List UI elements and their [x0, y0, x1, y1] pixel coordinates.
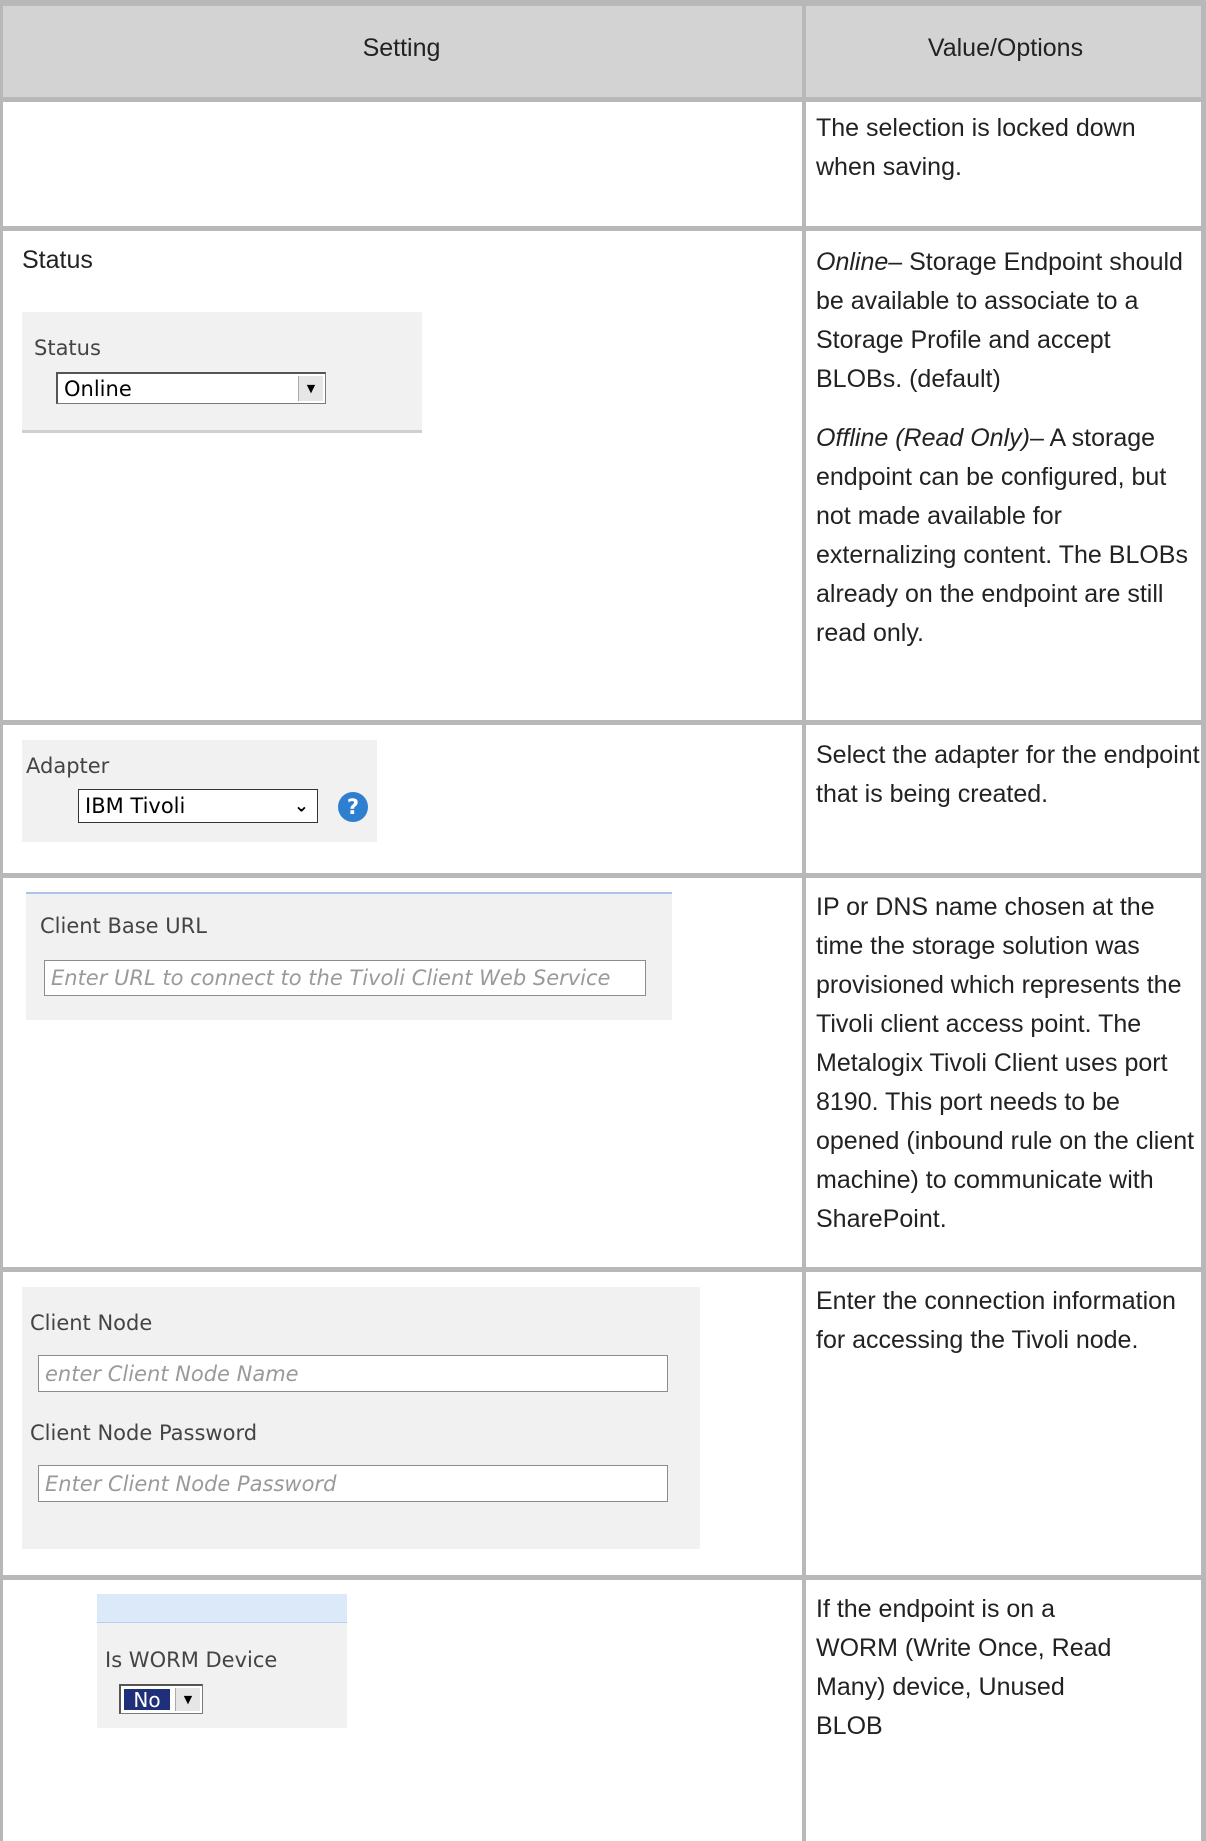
row-locked-value: The selection is locked down when saving…	[816, 109, 1196, 207]
grid-line	[0, 1267, 1206, 1272]
value-text: If the endpoint is on a WORM (Write Once…	[816, 1595, 1112, 1740]
option-term: Offline (Read Only)	[816, 424, 1030, 452]
adapter-selected-value: IBM Tivoli	[85, 794, 186, 818]
client-node-form-panel: Client Node enter Client Node Name Clien…	[22, 1287, 700, 1549]
chevron-down-icon[interactable]: ⌄	[294, 796, 309, 817]
value-text: IP or DNS name chosen at the time the st…	[816, 893, 1195, 1233]
row-adapter-value: Select the adapter for the endpoint that…	[816, 736, 1201, 834]
grid-line	[0, 873, 1206, 878]
status-option-online: Online– Storage Endpoint should be avail…	[816, 243, 1201, 399]
worm-select[interactable]: No ▼	[119, 1684, 203, 1714]
header-setting: Setting	[362, 34, 441, 62]
grid-line	[802, 0, 806, 1841]
grid-line	[0, 720, 1206, 725]
table-header: Setting Value/Options	[0, 0, 1206, 97]
worm-selected-value: No	[124, 1688, 170, 1712]
row-client-node-value: Enter the connection information for acc…	[816, 1282, 1201, 1380]
client-base-url-form-panel: Client Base URL Enter URL to connect to …	[26, 892, 672, 1020]
chevron-down-icon[interactable]: ▼	[298, 376, 323, 401]
chevron-down-icon[interactable]: ▼	[175, 1688, 200, 1711]
worm-panel-header-strip	[97, 1594, 347, 1623]
value-text: Select the adapter for the endpoint that…	[816, 741, 1200, 808]
help-icon[interactable]: ?	[338, 792, 368, 822]
client-base-url-label: Client Base URL	[40, 914, 207, 938]
status-form-panel: Status Online ▼	[22, 312, 422, 433]
status-field-label: Status	[34, 336, 101, 360]
worm-field-label: Is WORM Device	[105, 1648, 278, 1672]
status-selected-value: Online	[64, 376, 132, 401]
settings-table: Setting Value/Options The selection is l…	[0, 0, 1206, 1841]
option-text: – A storage endpoint can be configured, …	[816, 424, 1188, 647]
header-value-options: Value/Options	[927, 34, 1084, 62]
grid-line	[0, 0, 1206, 6]
value-text: Enter the connection information for acc…	[816, 1287, 1176, 1354]
adapter-form-panel: Adapter IBM Tivoli ⌄ ?	[22, 740, 377, 842]
status-select[interactable]: Online ▼	[56, 372, 326, 404]
grid-line	[0, 1575, 1206, 1580]
client-node-password-input[interactable]: Enter Client Node Password	[38, 1465, 668, 1502]
client-base-url-input[interactable]: Enter URL to connect to the Tivoli Clien…	[44, 960, 646, 996]
client-node-password-label: Client Node Password	[30, 1421, 258, 1445]
adapter-field-label: Adapter	[26, 754, 110, 778]
adapter-select[interactable]: IBM Tivoli ⌄	[78, 789, 318, 823]
row-status-value: Online– Storage Endpoint should be avail…	[816, 243, 1201, 673]
grid-line	[0, 97, 1206, 102]
client-node-input[interactable]: enter Client Node Name	[38, 1355, 668, 1392]
value-text: The selection is locked down when saving…	[816, 114, 1136, 181]
setting-status-label: Status	[22, 246, 93, 274]
option-term: Online	[816, 248, 889, 276]
grid-line	[0, 226, 1206, 231]
grid-line	[0, 0, 3, 1841]
grid-line	[1201, 0, 1206, 1841]
row-client-base-url-value: IP or DNS name chosen at the time the st…	[816, 888, 1201, 1259]
row-worm-value: If the endpoint is on a WORM (Write Once…	[816, 1590, 1116, 1766]
worm-form-panel: Is WORM Device No ▼	[97, 1594, 347, 1728]
client-node-label: Client Node	[30, 1311, 153, 1335]
status-option-offline: Offline (Read Only)– A storage endpoint …	[816, 419, 1201, 653]
